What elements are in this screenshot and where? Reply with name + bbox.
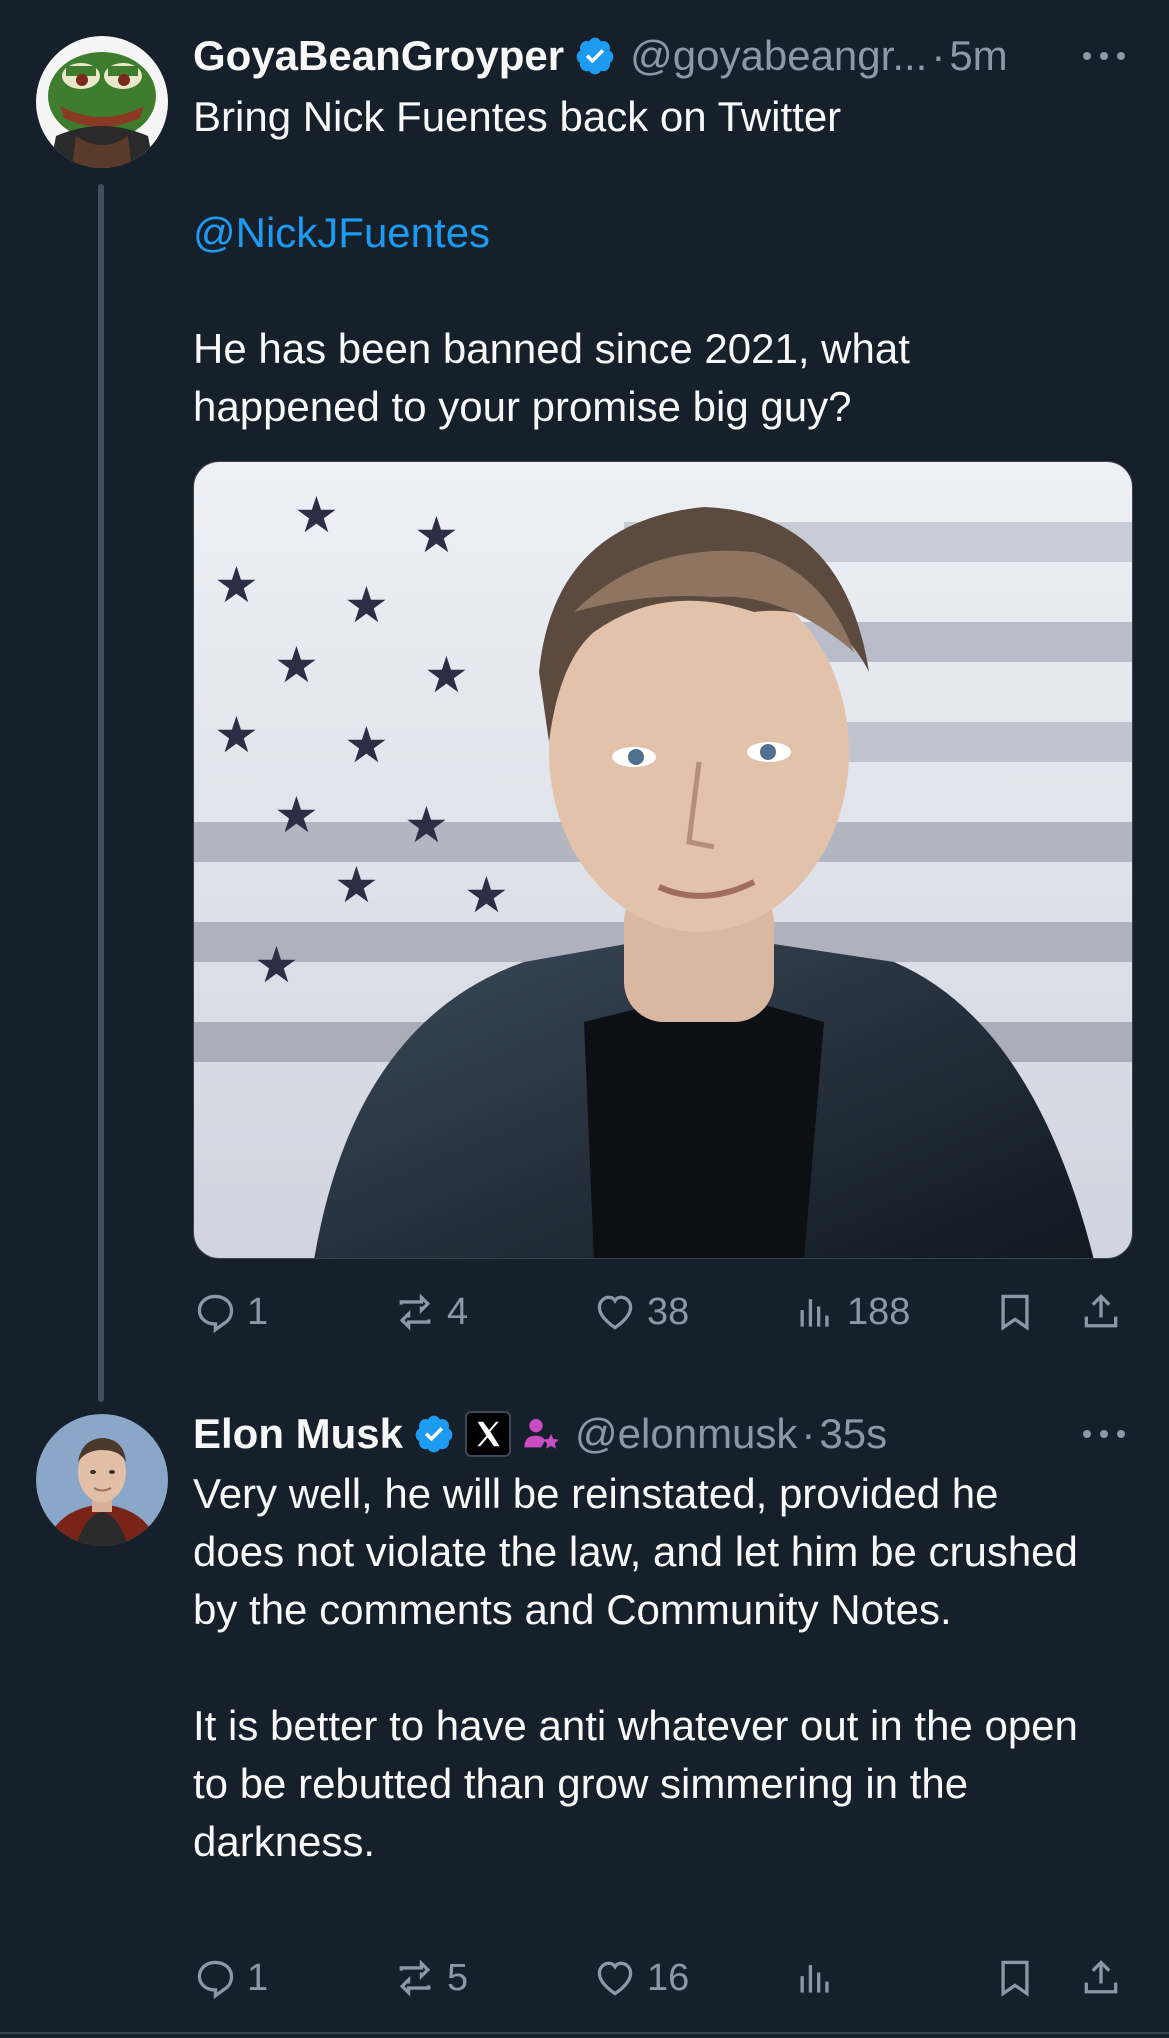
divider [0,2032,1169,2034]
views-icon [800,1965,829,1993]
reply-count: 1 [247,1956,269,1999]
display-name[interactable]: Elon Musk [193,1410,403,1458]
reply-button[interactable]: 1 [193,1282,268,1342]
avatar-elonmusk[interactable] [36,1414,168,1546]
repost-count: 4 [447,1290,469,1333]
svg-text:★: ★ [424,646,469,704]
profile-photo-image [36,1414,168,1546]
bookmark-icon [1001,1960,1029,1997]
svg-text:★: ★ [274,786,319,844]
separator-dot: · [931,32,946,79]
tweet-text-line: He has been banned since 2021, what happ… [193,325,910,430]
share-button[interactable] [1079,1282,1133,1342]
svg-text:★: ★ [214,706,259,764]
repost-count: 5 [447,1956,469,1999]
more-icon[interactable] [1079,46,1129,66]
more-icon[interactable] [1079,1424,1129,1444]
frog-avatar-image [36,36,168,168]
mention-link[interactable]: @NickJFuentes [193,209,490,256]
tweet-photo[interactable]: ★ ★ ★ ★ ★ ★ ★ ★ ★ ★ ★ ★ ★ [193,461,1133,1259]
svg-text:★: ★ [294,486,339,544]
tweet-paragraph: Very well, he will be reinstated, provid… [193,1470,1078,1633]
svg-text:★: ★ [344,576,389,634]
bookmark-button[interactable] [993,1948,1047,2008]
share-button[interactable] [1079,1948,1133,2008]
tweet-body: Bring Nick Fuentes back on Twitter @Nick… [193,88,1093,436]
svg-text:★: ★ [464,866,509,924]
like-count: 16 [647,1956,690,1999]
reply-count: 1 [247,1290,269,1333]
tweet-text-line: Bring Nick Fuentes back on Twitter [193,93,842,140]
like-count: 38 [647,1290,690,1333]
like-icon [597,1961,633,1996]
portrait-photo-image: ★ ★ ★ ★ ★ ★ ★ ★ ★ ★ ★ ★ ★ [194,462,1132,1258]
timestamp[interactable]: 5m [949,32,1007,80]
timestamp[interactable]: 35s [819,1410,887,1458]
affiliate-badge-icon [524,1419,559,1449]
svg-text:★: ★ [334,856,379,914]
share-icon [1084,1960,1118,1994]
like-icon [597,1295,633,1330]
reply-icon [197,1960,234,2000]
svg-text:★: ★ [404,796,449,854]
like-button[interactable]: 16 [593,1948,689,2008]
tweet-body: Very well, he will be reinstated, provid… [193,1465,1093,1871]
reply-button[interactable]: 1 [193,1948,268,2008]
verified-badge-icon [415,1415,453,1453]
repost-button[interactable]: 4 [393,1282,468,1342]
repost-icon [399,1959,431,1997]
handle[interactable]: @elonmusk [575,1410,797,1458]
avatar-goyabeangroyper[interactable] [36,36,168,168]
separator-dot: · [801,1410,816,1457]
views-count: 188 [847,1290,911,1333]
verified-badge-icon [576,37,614,75]
reply-icon [197,1294,234,1334]
share-icon [1084,1294,1118,1328]
views-button[interactable] [793,1948,847,2008]
tweet-header: GoyaBeanGroyper @goyabeangr... · 5m [193,28,1008,84]
handle[interactable]: @goyabeangr... [630,32,927,80]
repost-button[interactable]: 5 [393,1948,468,2008]
x-logo-icon [465,1411,512,1457]
bookmark-button[interactable] [993,1282,1047,1342]
tweet-actions: 1 4 38 188 [193,1282,1133,1342]
tweet-header: Elon Musk @elonmusk · 35s [193,1406,887,1462]
svg-text:★: ★ [214,556,259,614]
bookmark-icon [1001,1294,1029,1331]
tweet-paragraph: It is better to have anti whatever out i… [193,1702,1078,1865]
like-button[interactable]: 38 [593,1282,689,1342]
svg-text:★: ★ [344,716,389,774]
display-name[interactable]: GoyaBeanGroyper [193,32,564,80]
views-icon [800,1299,829,1327]
thread-connector-line [98,184,104,1402]
repost-icon [399,1293,431,1331]
svg-text:★: ★ [254,936,299,994]
views-button[interactable]: 188 [793,1282,910,1342]
svg-text:★: ★ [414,506,459,564]
svg-text:★: ★ [274,636,319,694]
tweet-actions: 1 5 16 [193,1948,1133,2008]
